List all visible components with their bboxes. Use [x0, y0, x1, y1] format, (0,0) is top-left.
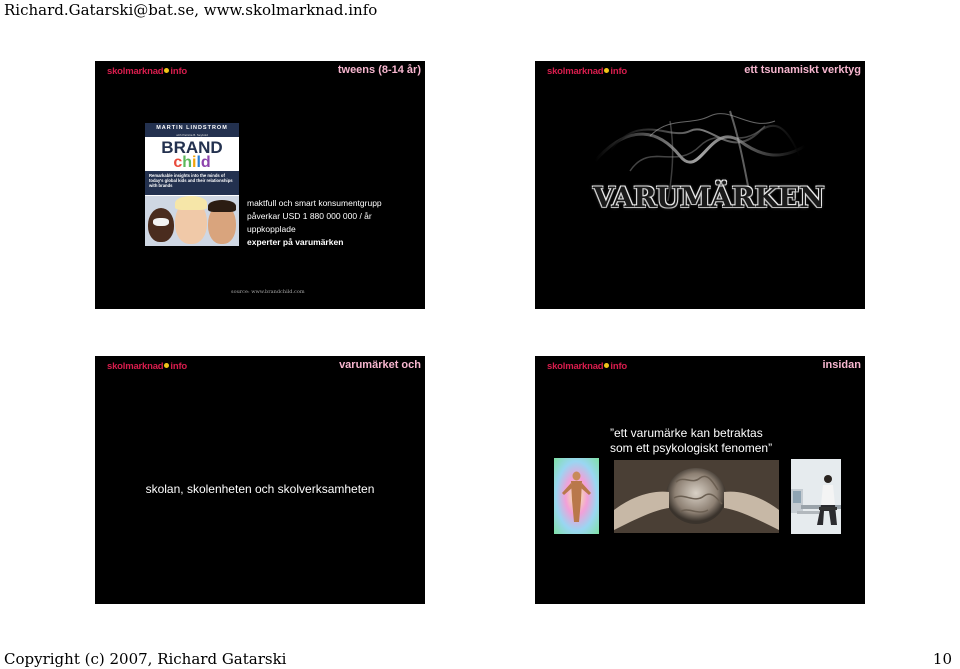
book-author: MARTIN LINDSTROM	[145, 123, 239, 133]
slide-logo: skolmarknad info	[547, 66, 627, 77]
source-note: source: www.brandchild.com	[231, 289, 305, 295]
slide-tool: skolmarknad info ett tsunamiskt verktyg V…	[535, 61, 865, 309]
footer-copyright: Copyright (c) 2007, Richard Gatarski	[4, 650, 287, 668]
page-number: 10	[932, 650, 952, 668]
logo-text-left: skolmarknad	[547, 66, 604, 77]
book-tagline: Remarkable insights into the minds of to…	[145, 171, 239, 195]
book-child-letter: h	[182, 154, 192, 171]
slide-inside: skolmarknad info insidan ”ett varumärke k…	[535, 356, 865, 604]
slide-brand-and: skolmarknad info varumärket och skolan, s…	[95, 356, 425, 604]
slide-logo: skolmarknad info	[107, 361, 187, 372]
slide-logo: skolmarknad info	[547, 361, 627, 372]
logo-dot-icon	[604, 68, 610, 74]
slide-title: tweens (8-14 år)	[337, 64, 421, 76]
page-header: Richard.Gatarski@bat.se, www.skolmarknad…	[4, 1, 378, 19]
book-title-child: child	[145, 155, 239, 171]
logo-text-left: skolmarknad	[547, 361, 604, 372]
slide-title: varumärket och	[339, 359, 421, 371]
office-worker-image	[791, 459, 841, 534]
logo-text-left: skolmarknad	[107, 361, 164, 372]
text-line: uppkopplade	[247, 224, 296, 234]
slide-body-text: skolan, skolenheten och skolverksamheten	[145, 482, 375, 496]
brand-quote: ”ett varumärke kan betraktas som ett psy…	[610, 426, 772, 456]
text-line-bold: experter på varumärken	[247, 237, 344, 247]
text-line: maktfull och smart konsumentgrupp	[247, 198, 382, 208]
logo-dot-icon	[164, 68, 170, 74]
logo-text-right: info	[170, 66, 188, 77]
kid-smile-image	[153, 218, 169, 226]
logo-dot-icon	[164, 363, 170, 369]
brain-head-image	[614, 460, 779, 533]
book-child-letter: c	[173, 154, 183, 171]
book-kids-photo	[145, 196, 239, 246]
slide-tweens: skolmarknad info tweens (8-14 år) MARTIN …	[95, 61, 425, 309]
quote-line: ”ett varumärke kan betraktas	[610, 426, 763, 440]
logo-text-right: info	[610, 66, 628, 77]
varumarken-wordmark: VARUMÄRKEN	[593, 181, 825, 214]
quote-line: som ett psykologiskt fenomen”	[610, 441, 773, 455]
brandchild-book-cover: MARTIN LINDSTROM with Patricia B. Seybol…	[145, 123, 239, 246]
logo-text-right: info	[170, 361, 188, 372]
slide-title: insidan	[822, 359, 861, 371]
book-coauthor: with Patricia B. Seybold	[145, 133, 239, 137]
logo-text-right: info	[610, 361, 628, 372]
logo-text-left: skolmarknad	[107, 66, 164, 77]
text-line: påverkar USD 1 880 000 000 / år	[247, 211, 372, 221]
kid-hair-image	[208, 200, 236, 212]
book-child-letter: d	[200, 154, 211, 171]
slide-logo: skolmarknad info	[107, 66, 187, 77]
slide-title: ett tsunamiskt verktyg	[744, 64, 861, 76]
kid-hair-image	[175, 196, 207, 210]
logo-dot-icon	[604, 363, 610, 369]
slide-text: maktfull och smart konsumentgrupp påverk…	[247, 197, 382, 249]
aura-figure-image	[554, 458, 599, 534]
